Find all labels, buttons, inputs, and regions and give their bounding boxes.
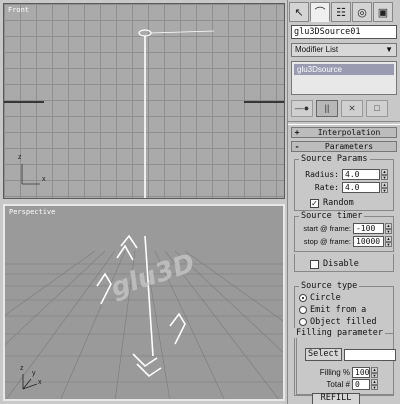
filling-pct-label: Filling % [319, 368, 350, 377]
configure-sets-icon[interactable]: □ [366, 99, 388, 117]
rate-field[interactable]: 4.0 [342, 182, 380, 193]
pin-stack-icon[interactable]: —● [291, 99, 313, 117]
command-panel: ↖ ⌒ ☷ ◎ ▣ glu3DSource01 Modifier List ▼ … [287, 0, 400, 404]
total-row: Total # 0 ▲ ▼ [306, 379, 378, 390]
perspective-viewport[interactable]: Perspective glu3D x y z [3, 204, 285, 401]
disable-row: Disable [310, 259, 359, 269]
filling-parameter-title: Filling parameter [294, 328, 385, 338]
filling-pct-field[interactable]: 100 [352, 367, 370, 378]
filling-pct-row: Filling % 100 ▲ ▼ [306, 367, 378, 378]
rollout-collapse-sign: - [294, 142, 300, 151]
select-row: Select [305, 348, 396, 361]
perspective-viewport-scene [5, 234, 283, 399]
source-emitter-guide [150, 30, 215, 34]
front-axis-x-label: x [42, 176, 46, 183]
radius-label: Radius: [305, 170, 339, 179]
modifier-stack: glu3Dsource [291, 61, 397, 95]
rate-spinner[interactable]: ▲ ▼ [381, 182, 388, 193]
source-emitter-ring [138, 29, 152, 37]
front-viewport[interactable]: Front x z [3, 3, 285, 199]
source-type-title: Source type [299, 281, 360, 291]
source-type-emit[interactable]: Emit from a [299, 305, 366, 315]
radius-spinner[interactable]: ▲ ▼ [381, 169, 388, 180]
source-type-circle[interactable]: Circle [299, 293, 341, 303]
stop-frame-label: stop @ frame: [303, 237, 351, 246]
random-row: ✓ Random [310, 198, 354, 208]
stop-frame-field[interactable]: 10000 [353, 236, 384, 247]
start-frame-label: start @ frame: [303, 224, 351, 233]
rate-row: Rate: 4.0 ▲ ▼ [294, 182, 388, 193]
circle-radio[interactable] [299, 294, 307, 302]
select-object-field[interactable] [343, 348, 396, 361]
modify-icon[interactable]: ⌒ [310, 2, 330, 22]
rate-label: Rate: [314, 183, 339, 192]
stack-item-glu3dsource[interactable]: glu3Dsource [294, 64, 394, 75]
random-label: Random [323, 198, 354, 208]
start-frame-field[interactable]: -100 [353, 223, 384, 234]
emit-from-radio[interactable] [299, 306, 307, 314]
total-label: Total # [326, 380, 350, 389]
command-panel-tabs: ↖ ⌒ ☷ ◎ ▣ [289, 2, 400, 22]
stack-toolbar: —● || ⨯ □ [291, 98, 400, 118]
object-name-field[interactable]: glu3DSource01 [291, 25, 397, 39]
show-end-result-icon[interactable]: || [316, 99, 338, 117]
interpolation-rollout-title: Interpolation [317, 128, 381, 137]
refill-button[interactable]: REFILL [312, 393, 360, 404]
object-filled-radio[interactable] [299, 318, 307, 326]
front-viewport-scene [4, 29, 284, 198]
display-icon[interactable]: ▣ [373, 2, 393, 22]
parameters-rollout-title: Parameters [324, 142, 374, 151]
disable-checkbox[interactable] [310, 259, 319, 269]
start-frame-spinner[interactable]: ▲ ▼ [385, 223, 392, 234]
make-unique-icon[interactable]: ⨯ [341, 99, 363, 117]
radius-field[interactable]: 4.0 [342, 169, 380, 180]
panel-separator [288, 121, 400, 125]
persp-axis-x-label: x [38, 379, 42, 386]
modifier-list-dropdown[interactable]: Modifier List ▼ [291, 43, 397, 57]
start-frame-row: start @ frame: -100 ▲ ▼ [295, 223, 392, 234]
parameters-rollout[interactable]: - Parameters [291, 141, 397, 152]
stop-frame-spinner[interactable]: ▲ ▼ [385, 236, 392, 247]
persp-axis-y-label: y [32, 370, 36, 377]
stop-frame-row: stop @ frame: 10000 ▲ ▼ [295, 236, 392, 247]
object-filled-label: Object filled [310, 317, 377, 327]
radius-row: Radius: 4.0 ▲ ▼ [294, 169, 388, 180]
source-timer-title: Source timer [299, 211, 365, 221]
chevron-down-icon: ▼ [385, 45, 393, 54]
rollout-expand-sign: + [294, 128, 300, 137]
source-type-object[interactable]: Object filled [299, 317, 377, 327]
total-spinner[interactable]: ▲ ▼ [371, 379, 378, 390]
create-icon[interactable]: ↖ [289, 2, 309, 22]
source-params-title: Source Params [299, 154, 370, 164]
front-axis-z-label: z [18, 154, 22, 161]
motion-icon[interactable]: ◎ [352, 2, 372, 22]
select-button[interactable]: Select [305, 348, 342, 361]
modifier-list-label: Modifier List [295, 45, 339, 54]
random-checkbox[interactable]: ✓ [310, 198, 319, 208]
persp-axis-z-label: z [20, 365, 24, 372]
circle-label: Circle [310, 293, 341, 303]
total-field: 0 [352, 379, 370, 390]
interpolation-rollout[interactable]: + Interpolation [291, 127, 397, 138]
disable-label: Disable [323, 259, 359, 269]
emit-from-label: Emit from a [310, 305, 367, 315]
hierarchy-icon[interactable]: ☷ [331, 2, 351, 22]
filling-pct-spinner[interactable]: ▲ ▼ [371, 367, 378, 378]
